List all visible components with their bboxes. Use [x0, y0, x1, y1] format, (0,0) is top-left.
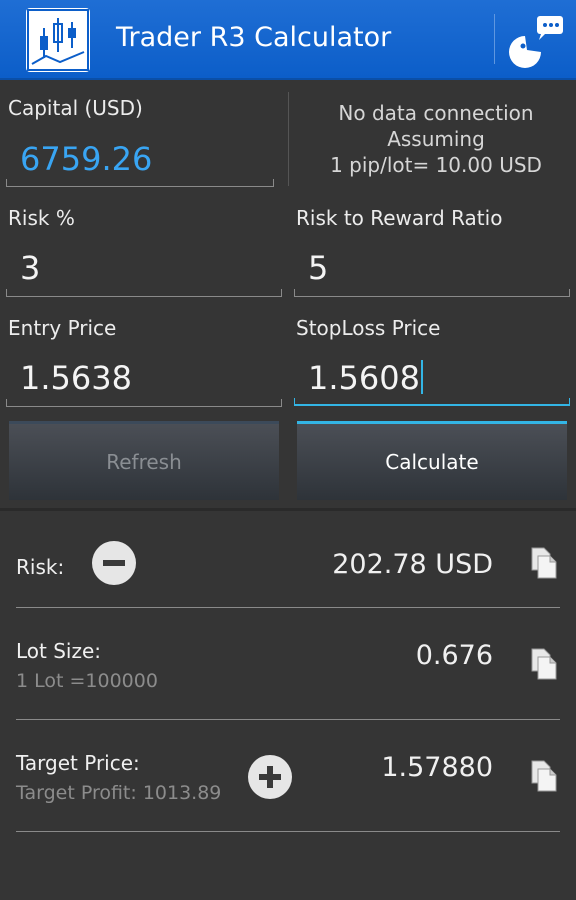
copy-icon[interactable]	[528, 647, 558, 681]
row-divider	[16, 831, 560, 832]
plus-circle-icon[interactable]	[248, 755, 292, 799]
risk-reward-label: Risk to Reward Ratio	[296, 206, 503, 230]
minus-circle-icon[interactable]	[92, 541, 136, 585]
connection-status: No data connection Assuming 1 pip/lot= 1…	[291, 100, 576, 178]
connection-status-line2: Assuming	[387, 127, 485, 151]
candlestick-chart-icon[interactable]	[26, 8, 90, 72]
entry-price-input[interactable]: 1.5638	[20, 359, 132, 397]
target-price-label: Target Price:	[16, 751, 140, 775]
stoploss-price-input[interactable]: 1.5608	[308, 359, 423, 397]
lot-size-value: 0.676	[415, 640, 493, 671]
text-cursor	[420, 360, 423, 394]
stoploss-price-underline	[294, 398, 570, 406]
app-title: Trader R3 Calculator	[116, 22, 392, 53]
stoploss-price-label: StopLoss Price	[296, 316, 441, 340]
lot-size-label: Lot Size:	[16, 639, 102, 663]
capital-input[interactable]: 6759.26	[20, 140, 152, 178]
risk-percent-underline	[6, 289, 282, 297]
action-bar-divider	[494, 14, 495, 64]
lot-size-sub: 1 Lot =100000	[16, 670, 158, 692]
row-divider	[16, 719, 560, 720]
risk-reward-input[interactable]: 5	[308, 249, 328, 287]
capital-label: Capital (USD)	[8, 96, 143, 120]
target-profit-sub: Target Profit: 1013.89	[16, 782, 222, 804]
risk-result-value: 202.78 USD	[332, 549, 493, 580]
copy-icon[interactable]	[528, 546, 558, 580]
chat-bubble-icon[interactable]	[505, 12, 567, 68]
risk-percent-input[interactable]: 3	[20, 249, 40, 287]
row-divider	[16, 607, 560, 608]
capital-underline	[6, 179, 274, 187]
entry-price-underline	[6, 399, 282, 407]
copy-icon[interactable]	[528, 759, 558, 793]
risk-reward-underline	[294, 289, 570, 297]
connection-status-line3: 1 pip/lot= 10.00 USD	[330, 153, 542, 177]
vertical-divider	[288, 92, 289, 186]
connection-status-line1: No data connection	[338, 101, 534, 125]
action-bar: Trader R3 Calculator	[0, 0, 576, 80]
section-separator	[0, 508, 576, 511]
refresh-button[interactable]: Refresh	[9, 421, 279, 500]
entry-price-label: Entry Price	[8, 316, 117, 340]
risk-percent-label: Risk %	[8, 206, 75, 230]
calculate-button[interactable]: Calculate	[297, 421, 567, 500]
risk-result-label: Risk:	[16, 555, 65, 579]
stoploss-price-value: 1.5608	[308, 359, 420, 397]
target-price-value: 1.57880	[381, 752, 493, 783]
